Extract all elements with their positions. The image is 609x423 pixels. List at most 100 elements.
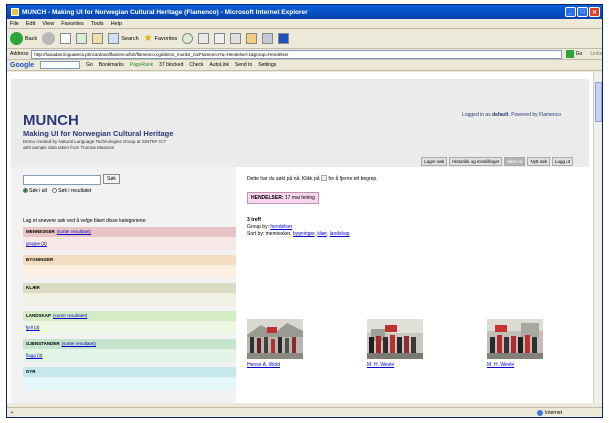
- facet-header[interactable]: KLÆR: [23, 283, 236, 293]
- search-input[interactable]: [23, 175, 101, 185]
- facet-name: MENNESKER: [26, 229, 55, 234]
- search-button[interactable]: Search: [108, 33, 139, 44]
- nav-buttons: Lagre søk Historikk og innstillinger Skr…: [421, 157, 573, 166]
- facet-header[interactable]: MENNESKER (sorter resultatet): [23, 227, 236, 237]
- google-go-button[interactable]: Go: [86, 62, 93, 68]
- facet-panel: Søk Søk i alt Søk i resultatet Lag et sn…: [11, 167, 236, 403]
- mail-icon[interactable]: [214, 33, 226, 44]
- menu-tools[interactable]: Tools: [91, 21, 104, 27]
- maximize-button[interactable]: □: [577, 7, 588, 17]
- menu-bar: File Edit View Favorites Tools Help: [7, 19, 602, 29]
- page-title: MUNCH: [23, 112, 79, 129]
- parade-photo: [367, 319, 423, 359]
- print-button[interactable]: Skriv ut: [504, 157, 526, 166]
- stop-icon[interactable]: [60, 33, 72, 44]
- media-icon[interactable]: [182, 33, 194, 44]
- links-button[interactable]: Links: [590, 51, 602, 57]
- search-submit-button[interactable]: Søk: [103, 174, 120, 184]
- facet-header[interactable]: BYGNINGER: [23, 255, 236, 265]
- sort-link-bygninger[interactable]: bygninger: [293, 231, 315, 237]
- group-by-link[interactable]: hendelser: [270, 224, 292, 230]
- radio-icon: [23, 188, 28, 193]
- sort-link-landskap[interactable]: landskap: [330, 231, 350, 237]
- facet-value-link[interactable]: gruppe: [26, 241, 40, 246]
- star-icon: ★: [143, 33, 153, 44]
- facet-category: DYR: [23, 367, 236, 390]
- categories-intro: Lag et snevere søk ved å velge blant dis…: [23, 218, 147, 224]
- back-arrow-icon: [10, 32, 23, 45]
- go-button[interactable]: Go: [576, 51, 583, 57]
- menu-edit[interactable]: Edit: [26, 21, 35, 27]
- result-thumbnail[interactable]: [367, 319, 423, 359]
- sort-results-link[interactable]: (sorter resultatet): [57, 229, 91, 234]
- radio-icon: [52, 188, 58, 193]
- scope-results-option[interactable]: Søk i resultatet: [52, 188, 91, 194]
- facet-value-count: (3): [37, 353, 43, 358]
- go-arrow-icon[interactable]: [565, 50, 574, 58]
- sort-link-klaer[interactable]: klær: [317, 231, 326, 237]
- favorites-button[interactable]: ★ Favorites: [144, 33, 178, 44]
- save-search-button[interactable]: Lagre søk: [421, 157, 448, 166]
- print-icon[interactable]: [230, 33, 242, 44]
- facet-name: GJENSTANDER: [26, 341, 60, 346]
- facet-header[interactable]: DYR: [23, 367, 236, 377]
- facet-name: KLÆR: [26, 285, 40, 290]
- parade-photo: [487, 319, 543, 359]
- close-button[interactable]: ✕: [589, 7, 600, 17]
- menu-file[interactable]: File: [10, 21, 19, 27]
- remove-term-icon: [320, 175, 327, 181]
- new-search-button[interactable]: Nytt søk: [527, 157, 550, 166]
- facet-values: [23, 377, 236, 390]
- menu-favorites[interactable]: Favorites: [61, 21, 84, 27]
- result-caption[interactable]: Hense A. Wold: [247, 362, 280, 368]
- bluetooth-icon[interactable]: [278, 33, 290, 44]
- popup-blocked-button[interactable]: 37 blocked: [159, 62, 183, 68]
- address-bar: Address http://lusiadas.linguateca.pt/nc…: [7, 49, 602, 60]
- settings-button[interactable]: Settings: [258, 62, 276, 68]
- history-icon[interactable]: [198, 33, 210, 44]
- messenger-icon[interactable]: [262, 33, 274, 44]
- page-header: MUNCH Making UI for Norwegian Cultural H…: [11, 79, 589, 167]
- folder-icon[interactable]: [246, 33, 258, 44]
- refresh-icon[interactable]: [76, 33, 88, 44]
- minimize-button[interactable]: _: [565, 7, 576, 17]
- spellcheck-button[interactable]: Check: [189, 62, 203, 68]
- sort-results-link[interactable]: (sorter resultatet): [62, 341, 96, 346]
- sort-results-link[interactable]: (sorter resultatet): [53, 313, 87, 318]
- facet-header[interactable]: GJENSTANDER (sorter resultatet): [23, 339, 236, 349]
- google-logo[interactable]: Google: [10, 62, 34, 69]
- facet-value-count: (3): [34, 325, 40, 330]
- active-filter[interactable]: HENDELSER: 17 mai feiring: [247, 192, 319, 204]
- facet-values: gruppe (3): [23, 237, 236, 250]
- result-caption[interactable]: M. H. Wevle: [367, 362, 394, 368]
- facet-value-link[interactable]: fjell: [26, 325, 33, 330]
- google-toolbar: Google Go Bookmarks PageRank 37 blocked …: [7, 60, 602, 71]
- history-settings-button[interactable]: Historikk og innstillinger: [449, 157, 503, 166]
- pagerank-indicator: PageRank: [129, 62, 154, 68]
- logout-button[interactable]: Logg ut: [551, 157, 573, 166]
- facet-value-link[interactable]: flagg: [26, 353, 36, 358]
- globe-icon: [537, 409, 544, 416]
- bookmarks-button[interactable]: Bookmarks: [99, 62, 124, 68]
- facet-header[interactable]: LANDSKAP (sorter resultatet): [23, 311, 236, 321]
- results-panel: Dette har du søkt på nå. Klikk på for å …: [243, 167, 589, 403]
- facet-values: [23, 265, 236, 278]
- menu-view[interactable]: View: [42, 21, 54, 27]
- scope-all-option[interactable]: Søk i alt: [23, 188, 47, 194]
- result-thumbnail[interactable]: [247, 319, 303, 359]
- result-thumbnail[interactable]: [487, 319, 543, 359]
- forward-button[interactable]: [42, 32, 56, 45]
- google-search-input[interactable]: [40, 61, 81, 69]
- send-to-button[interactable]: Send to: [235, 62, 252, 68]
- address-input[interactable]: http://lusiadas.linguateca.pt/ncardoso/f…: [31, 49, 562, 59]
- scroll-thumb[interactable]: [595, 82, 602, 122]
- result-caption[interactable]: M. H. Wevle: [487, 362, 514, 368]
- facet-value-count: (3): [41, 241, 47, 246]
- vertical-scrollbar[interactable]: [593, 72, 602, 403]
- menu-help[interactable]: Help: [111, 21, 122, 27]
- autolink-button[interactable]: AutoLink: [210, 62, 229, 68]
- address-label: Address: [10, 51, 29, 57]
- home-icon[interactable]: [92, 33, 104, 44]
- facet-name: LANDSKAP: [26, 313, 52, 318]
- back-button[interactable]: Back: [10, 32, 37, 45]
